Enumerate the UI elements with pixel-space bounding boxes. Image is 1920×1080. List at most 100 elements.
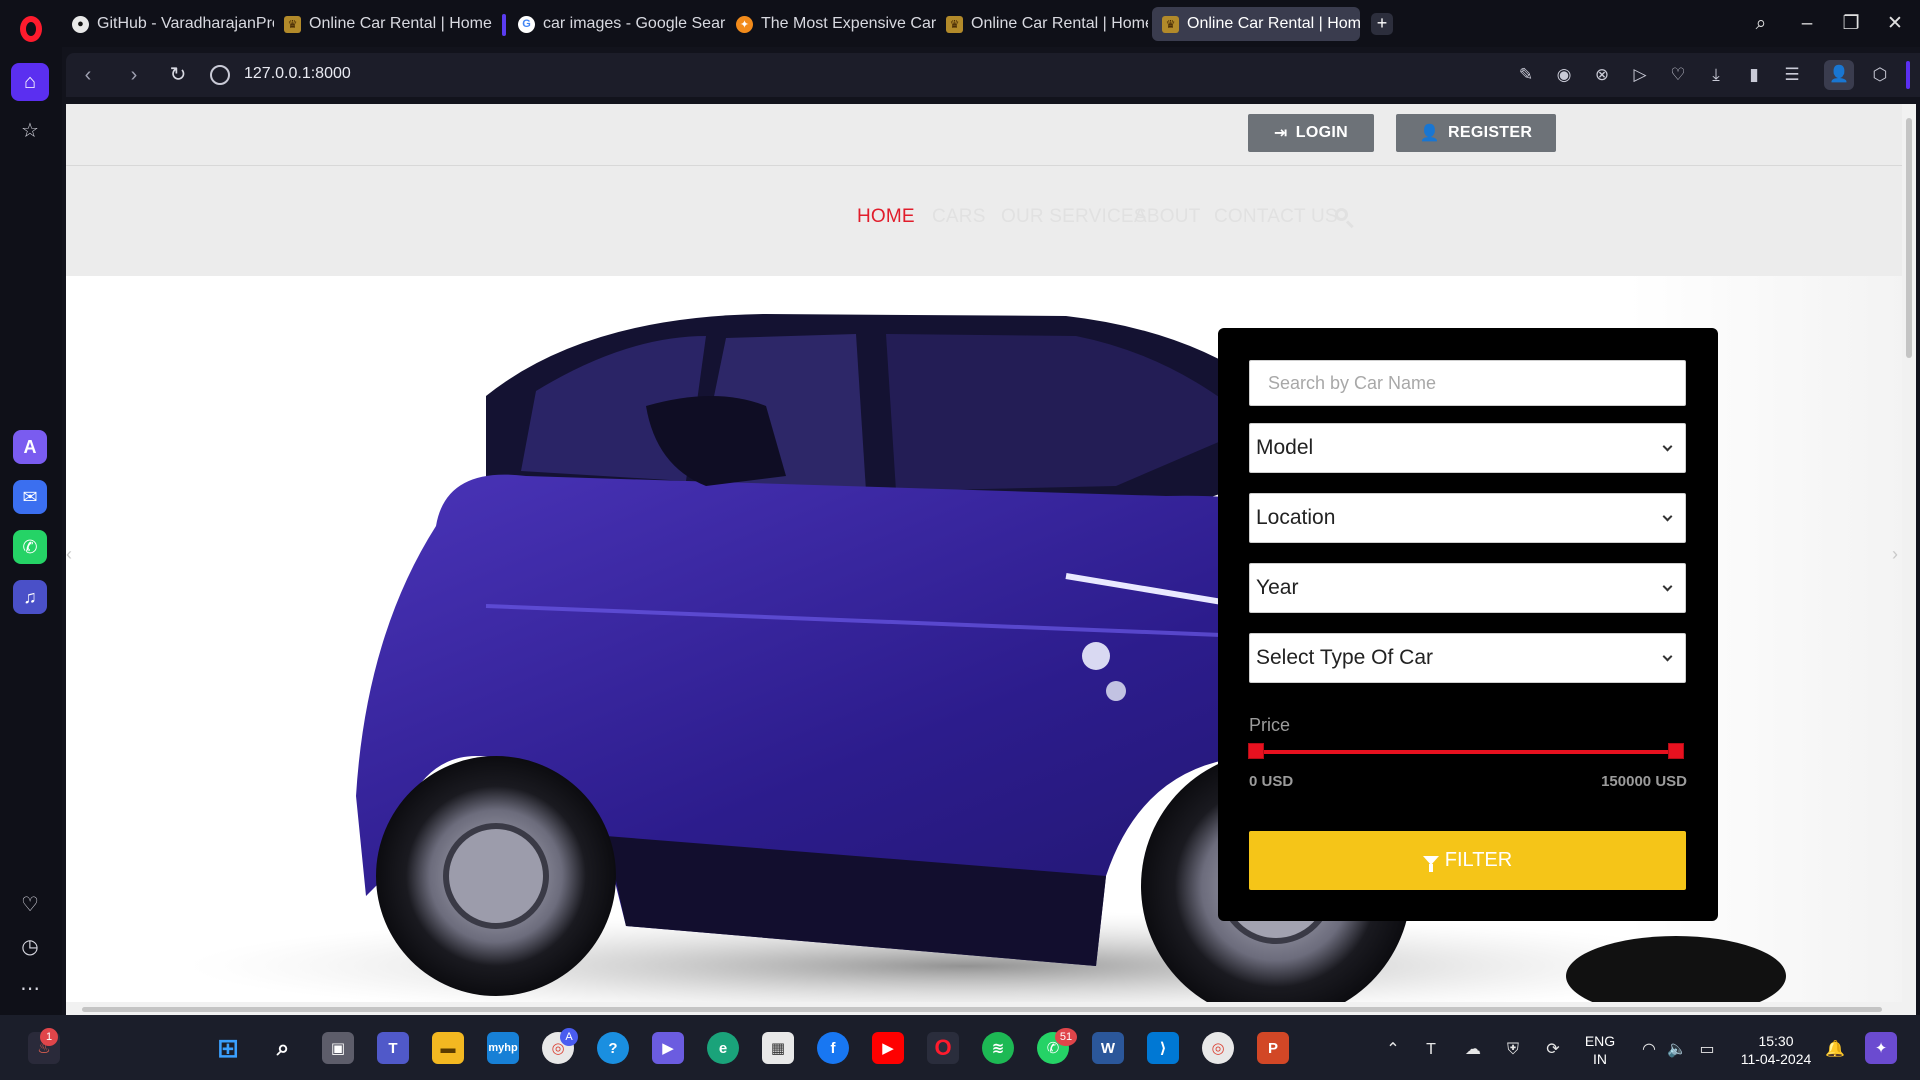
sync-icon[interactable]: ⟳ xyxy=(1542,1039,1564,1061)
opera-taskbar-icon[interactable]: O xyxy=(927,1032,959,1064)
battery-icon[interactable]: ▭ xyxy=(1696,1039,1718,1061)
windows-start-icon[interactable]: ⊞ xyxy=(212,1032,244,1064)
powerpoint-icon[interactable]: P xyxy=(1257,1032,1289,1064)
nav-search-icon[interactable] xyxy=(1333,206,1357,230)
close-window-button[interactable]: ✕ xyxy=(1878,10,1912,38)
tab-expensive-car[interactable]: ✦ The Most Expensive Car In xyxy=(726,7,936,41)
clock[interactable]: 15:30 11-04-2024 xyxy=(1734,1032,1818,1068)
forward-icon[interactable]: › xyxy=(120,61,148,89)
power-automate-icon[interactable]: ▶ xyxy=(652,1032,684,1064)
filter-button-label: FILTER xyxy=(1444,849,1513,871)
google-icon: G xyxy=(518,15,535,33)
nav-cars[interactable]: CARS xyxy=(932,206,986,228)
restore-button[interactable]: ❐ xyxy=(1834,10,1868,38)
clock-date: 11-04-2024 xyxy=(1740,1051,1812,1067)
edit-icon[interactable]: ✎ xyxy=(1514,63,1538,87)
history-clock-icon[interactable]: ◷ xyxy=(11,927,49,965)
horizontal-scrollbar[interactable] xyxy=(66,1002,1904,1016)
slider-prev-icon[interactable]: ‹ xyxy=(66,544,72,565)
reload-icon[interactable]: ↻ xyxy=(164,61,192,89)
browser-search-icon[interactable]: ⌕ xyxy=(1744,10,1778,38)
wifi-icon[interactable]: ◠ xyxy=(1638,1039,1660,1061)
minimize-button[interactable]: – xyxy=(1790,10,1824,38)
microsoft-store-icon[interactable]: ▦ xyxy=(762,1032,794,1064)
car-filter-panel: Search by Car Name Model Location Year S… xyxy=(1218,328,1718,921)
facebook-icon[interactable]: f xyxy=(817,1032,849,1064)
taskbar-search-icon[interactable]: ⌕ xyxy=(267,1032,299,1064)
copilot-icon[interactable]: ✦ xyxy=(1865,1032,1897,1064)
price-min-handle[interactable] xyxy=(1248,743,1264,759)
play-icon[interactable]: ▷ xyxy=(1628,63,1652,87)
help-icon[interactable]: ? xyxy=(597,1032,629,1064)
clock-time: 15:30 xyxy=(1758,1033,1794,1049)
register-button[interactable]: 👤 REGISTER xyxy=(1396,114,1556,152)
security-shield-icon[interactable]: ⛨ xyxy=(1502,1039,1524,1061)
chrome-profile-2-icon[interactable]: ◎ xyxy=(1202,1032,1234,1064)
address-bar[interactable]: 127.0.0.1:8000 xyxy=(244,65,351,83)
nav-home[interactable]: HOME xyxy=(857,206,915,228)
location-select[interactable]: Location xyxy=(1249,493,1686,543)
price-range-track[interactable] xyxy=(1256,750,1676,754)
vertical-scrollbar[interactable] xyxy=(1902,104,1916,1016)
vscode-icon[interactable]: ⟩ xyxy=(1147,1032,1179,1064)
aria-icon[interactable]: A xyxy=(13,430,47,464)
adblock-icon[interactable]: ⊗ xyxy=(1590,63,1614,87)
opera-sidebar: ⌂ ☆ A ✉ ✆ ♫ ♡ ◷ ⋯ xyxy=(0,47,62,1015)
filter-button[interactable]: FILTER xyxy=(1249,831,1686,890)
show-hidden-icons-icon[interactable]: ⌃ xyxy=(1382,1039,1404,1061)
extensions-cube-icon[interactable]: ⬡ xyxy=(1868,63,1892,87)
tab-title: car images - Google Searc xyxy=(543,15,726,32)
tab-github[interactable]: ● GitHub - VaradharajanProj xyxy=(62,7,274,41)
site-info-icon[interactable] xyxy=(210,65,230,85)
wechat-tray-icon[interactable]: ☁ xyxy=(1462,1039,1484,1061)
nav-about[interactable]: ABOUT xyxy=(1134,206,1200,228)
price-max-value: 150000 USD xyxy=(1601,773,1687,790)
back-icon[interactable]: ‹ xyxy=(74,61,102,89)
battery-saver-icon[interactable]: ▮ xyxy=(1742,63,1766,87)
car-name-search-input[interactable]: Search by Car Name xyxy=(1249,360,1686,406)
address-toolbar: ‹ › ↻ 127.0.0.1:8000 ✎ ◉ ⊗ ▷ ♡ ⤓ ▮ ☰ 👤 ⬡ xyxy=(66,53,1920,97)
whatsapp-icon[interactable]: ✆ xyxy=(13,530,47,564)
model-select-value: Model xyxy=(1256,436,1314,459)
volume-icon[interactable]: 🔈 xyxy=(1666,1039,1688,1061)
favorite-heart-icon[interactable]: ♡ xyxy=(1666,63,1690,87)
year-select[interactable]: Year xyxy=(1249,563,1686,613)
chrome-profile-badge: A xyxy=(560,1028,578,1046)
home-icon[interactable]: ⌂ xyxy=(11,63,49,101)
tab-car-rental-1[interactable]: ♛ Online Car Rental | Home xyxy=(274,7,492,41)
login-button[interactable]: ⇥ LOGIN xyxy=(1248,114,1374,152)
bookmarks-star-icon[interactable]: ☆ xyxy=(11,111,49,149)
tab-google-search[interactable]: G car images - Google Searc xyxy=(508,7,726,41)
myhp-icon[interactable]: myhp xyxy=(487,1032,519,1064)
register-label: REGISTER xyxy=(1448,124,1533,141)
notification-bell-icon[interactable]: 🔔 xyxy=(1824,1039,1846,1061)
car-type-select[interactable]: Select Type Of Car xyxy=(1249,633,1686,683)
edge-icon[interactable]: e xyxy=(707,1032,739,1064)
youtube-icon[interactable]: ▶ xyxy=(872,1032,904,1064)
language-indicator[interactable]: ENG IN xyxy=(1576,1032,1624,1068)
model-select[interactable]: Model xyxy=(1249,423,1686,473)
new-tab-button[interactable]: + xyxy=(1371,13,1393,35)
spotify-icon[interactable]: ≋ xyxy=(982,1032,1014,1064)
tab-car-rental-active[interactable]: ♛ Online Car Rental | Home xyxy=(1152,7,1360,41)
download-icon[interactable]: ⤓ xyxy=(1704,63,1728,87)
task-view-icon[interactable]: ▣ xyxy=(322,1032,354,1064)
word-icon[interactable]: W xyxy=(1092,1032,1124,1064)
teams-tray-icon[interactable]: T xyxy=(1420,1039,1442,1061)
easy-setup-icon[interactable]: ☰ xyxy=(1780,63,1804,87)
heart-icon[interactable]: ♡ xyxy=(11,885,49,923)
snapshot-camera-icon[interactable]: ◉ xyxy=(1552,63,1576,87)
tab-car-rental-2[interactable]: ♛ Online Car Rental | Home xyxy=(936,7,1148,41)
player-icon[interactable]: ♫ xyxy=(13,580,47,614)
file-explorer-icon[interactable]: ▬ xyxy=(432,1032,464,1064)
messenger-icon[interactable]: ✉ xyxy=(13,480,47,514)
profile-icon[interactable]: 👤 xyxy=(1824,60,1854,90)
nav-our-services[interactable]: OUR SERVICES xyxy=(1001,206,1147,228)
price-max-handle[interactable] xyxy=(1668,743,1684,759)
teams-icon[interactable]: T xyxy=(377,1032,409,1064)
slider-next-icon[interactable]: › xyxy=(1892,544,1898,565)
opera-logo-icon[interactable] xyxy=(12,10,50,48)
nav-contact-us[interactable]: CONTACT US xyxy=(1214,206,1338,228)
more-options-icon[interactable]: ⋯ xyxy=(11,969,49,1007)
crest-icon: ♛ xyxy=(946,15,963,33)
